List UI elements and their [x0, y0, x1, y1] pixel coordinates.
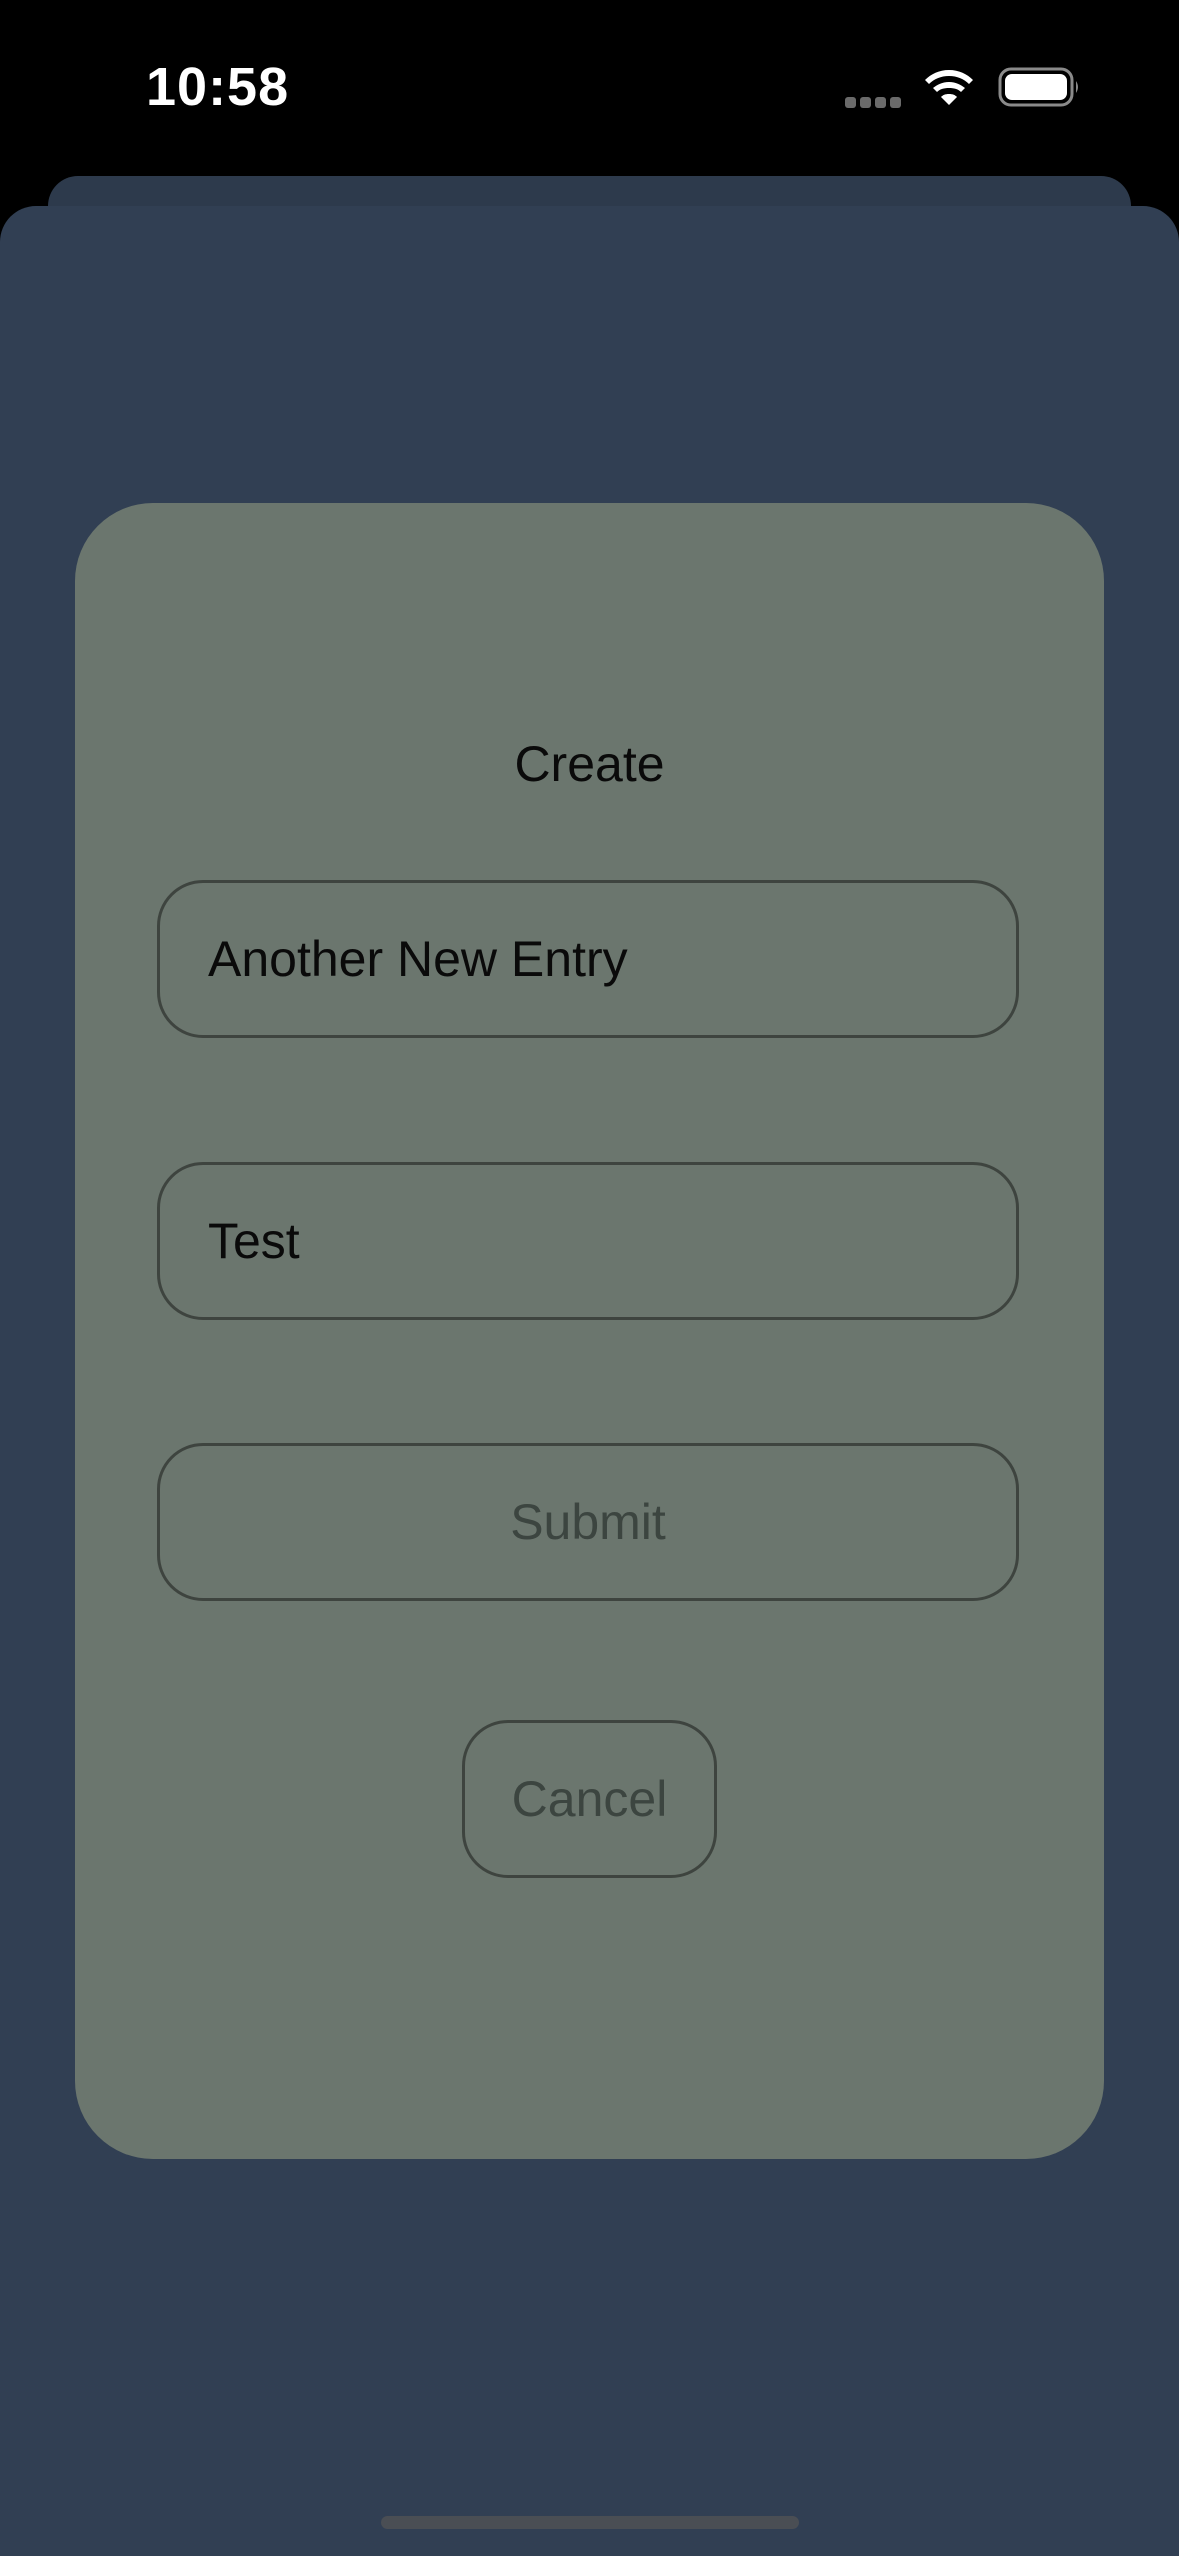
entry-body-field[interactable] — [157, 1162, 1019, 1320]
cancel-button[interactable]: Cancel — [462, 1720, 717, 1878]
wifi-icon — [925, 70, 973, 105]
cellular-signal-icon — [845, 95, 905, 108]
dialog-title: Create — [514, 736, 665, 792]
home-indicator[interactable] — [381, 2516, 799, 2529]
status-bar: 10:58 — [0, 0, 1179, 170]
app-screen: 10:58 Create Submit Cancel — [0, 0, 1179, 2556]
entry-title-field[interactable] — [157, 880, 1019, 1038]
create-dialog: Create Submit Cancel — [75, 503, 1104, 2159]
battery-icon — [998, 67, 1078, 107]
status-time: 10:58 — [146, 57, 290, 117]
submit-button[interactable]: Submit — [157, 1443, 1019, 1601]
